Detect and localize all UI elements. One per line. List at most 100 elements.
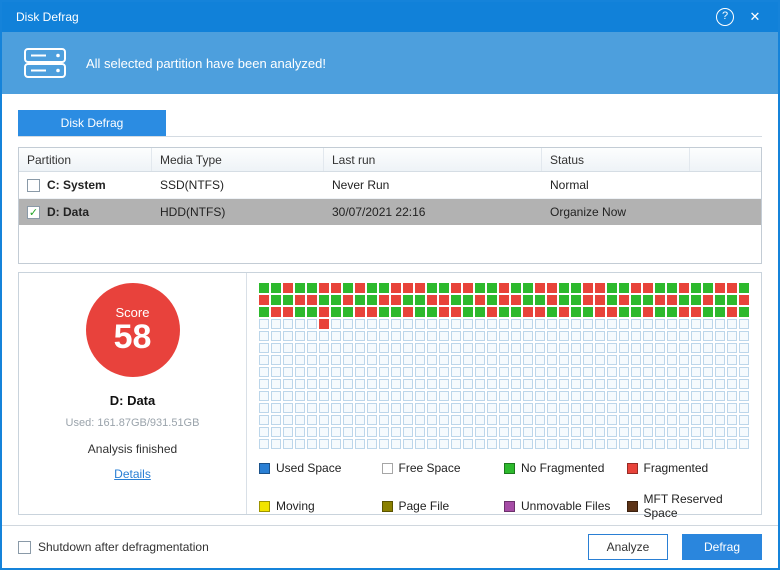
block-cell-free_space [379,439,389,449]
block-cell-fragmented [355,283,365,293]
block-cell-free_space [343,379,353,389]
block-cell-free_space [403,343,413,353]
block-cell-free_space [595,331,605,341]
block-cell-free_space [523,367,533,377]
block-cell-free_space [451,355,461,365]
block-cell-fragmented [355,307,365,317]
block-cell-free_space [715,415,725,425]
block-cell-free_space [379,403,389,413]
block-cell-free_space [607,319,617,329]
block-cell-free_space [559,319,569,329]
block-cell-free_space [355,415,365,425]
block-cell-free_space [475,343,485,353]
block-cell-free_space [487,379,497,389]
block-cell-free_space [511,439,521,449]
block-cell-fragmented [595,295,605,305]
block-cell-free_space [523,439,533,449]
partition-table: Partition Media Type Last run Status C: … [18,147,762,264]
block-cell-free_space [547,355,557,365]
block-cell-no_fragmented [259,307,269,317]
block-cell-free_space [427,415,437,425]
block-cell-free_space [715,343,725,353]
block-cell-free_space [463,379,473,389]
help-button[interactable]: ? [710,2,740,32]
block-cell-free_space [595,439,605,449]
table-row-d[interactable]: ✓ D: Data HDD(NTFS) 30/07/2021 22:16 Org… [19,199,761,225]
tab-disk-defrag[interactable]: Disk Defrag [18,110,166,136]
block-cell-free_space [631,343,641,353]
block-cell-no_fragmented [451,295,461,305]
defrag-button[interactable]: Defrag [682,534,762,560]
column-status[interactable]: Status [542,148,690,171]
block-cell-free_space [283,367,293,377]
details-link[interactable]: Details [114,467,151,481]
block-cell-free_space [571,367,581,377]
block-cell-free_space [415,367,425,377]
close-button[interactable]: ✕ [740,2,770,32]
block-cell-free_space [463,343,473,353]
block-cell-free_space [715,403,725,413]
block-cell-free_space [283,415,293,425]
block-cell-free_space [667,367,677,377]
block-cell-free_space [499,403,509,413]
block-cell-free_space [727,319,737,329]
column-last-run[interactable]: Last run [324,148,542,171]
last-run-value: 30/07/2021 22:16 [332,205,426,219]
block-cell-fragmented [391,295,401,305]
block-cell-free_space [559,367,569,377]
block-cell-fragmented [547,283,557,293]
block-cell-no_fragmented [691,283,701,293]
block-cell-free_space [715,367,725,377]
block-cell-no_fragmented [295,283,305,293]
block-cell-fragmented [535,283,545,293]
block-cell-free_space [307,319,317,329]
block-cell-fragmented [451,283,461,293]
block-cell-free_space [739,403,749,413]
block-cell-fragmented [331,283,341,293]
block-cell-free_space [259,427,269,437]
legend-color-chip [504,462,515,474]
block-cell-free_space [367,367,377,377]
block-cell-free_space [427,403,437,413]
block-cell-free_space [499,343,509,353]
status-banner: All selected partition have been analyze… [2,32,778,94]
summary-used: Used: 161.87GB/931.51GB [65,417,200,429]
shutdown-checkbox[interactable] [18,540,31,554]
column-partition[interactable]: Partition [19,148,152,171]
block-cell-free_space [739,331,749,341]
block-cell-no_fragmented [619,307,629,317]
analyze-button[interactable]: Analyze [588,534,668,560]
block-cell-free_space [427,343,437,353]
block-cell-free_space [511,403,521,413]
block-cell-free_space [367,415,377,425]
block-cell-free_space [499,439,509,449]
block-cell-free_space [703,343,713,353]
block-cell-free_space [547,343,557,353]
last-run-value: Never Run [332,178,390,192]
column-media-type[interactable]: Media Type [152,148,324,171]
block-cell-no_fragmented [607,283,617,293]
block-cell-free_space [403,415,413,425]
block-cell-free_space [307,439,317,449]
block-cell-free_space [475,319,485,329]
block-cell-free_space [451,391,461,401]
block-cell-free_space [295,439,305,449]
row-c-checkbox[interactable] [27,178,40,192]
block-cell-fragmented [439,295,449,305]
block-cell-free_space [451,379,461,389]
block-cell-fragmented [703,295,713,305]
block-cell-free_space [655,403,665,413]
block-cell-fragmented [463,283,473,293]
table-row-c[interactable]: C: System SSD(NTFS) Never Run Normal [19,172,761,199]
row-d-checkbox[interactable]: ✓ [27,205,40,219]
block-cell-free_space [547,331,557,341]
block-cell-free_space [619,415,629,425]
block-cell-fragmented [283,307,293,317]
block-cell-free_space [379,331,389,341]
block-cell-free_space [679,415,689,425]
block-cell-free_space [463,403,473,413]
block-cell-no_fragmented [415,295,425,305]
block-cell-free_space [355,403,365,413]
block-cell-free_space [703,391,713,401]
block-cell-no_fragmented [559,283,569,293]
